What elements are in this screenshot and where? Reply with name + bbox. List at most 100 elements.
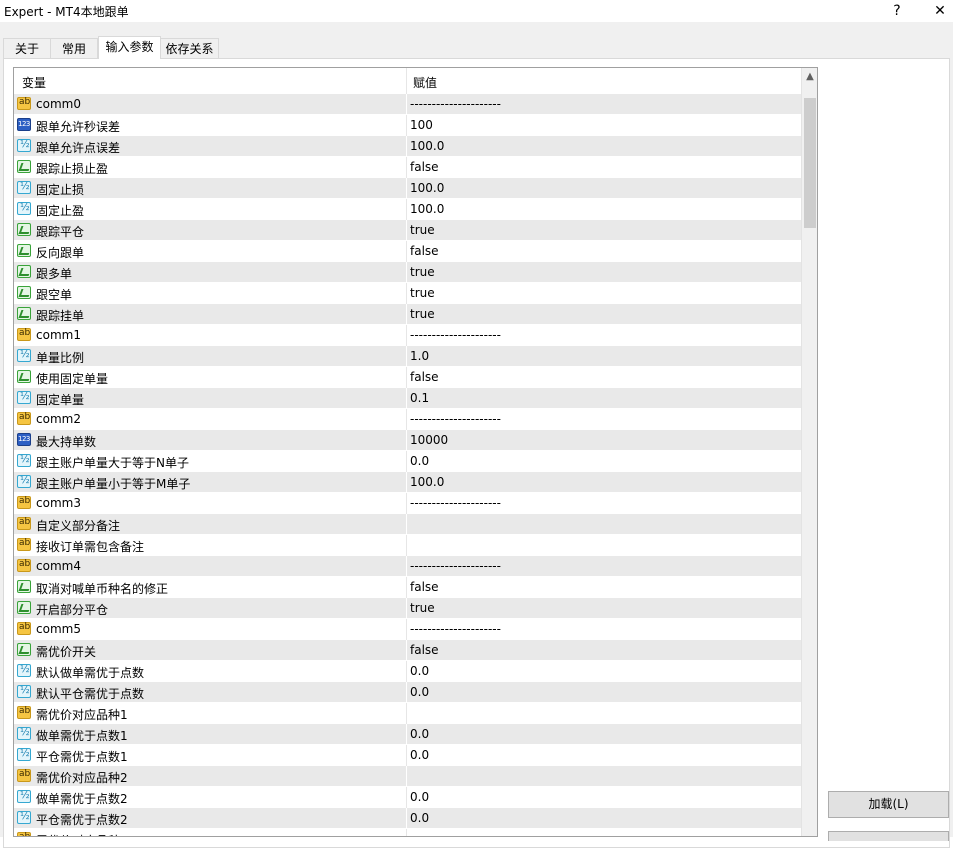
parameter-row[interactable]: comm4 --------------------- [14, 556, 801, 577]
parameter-row[interactable]: 跟单允许点误差 100.0 [14, 136, 801, 157]
string-type-icon [17, 769, 31, 782]
parameter-value[interactable]: 0.1 [410, 391, 429, 405]
parameter-row[interactable]: 需优价对应品种2 [14, 766, 801, 787]
parameter-name: 跟单允许秒误差 [36, 120, 121, 134]
parameter-value[interactable]: 1.0 [410, 349, 429, 363]
column-header-variable[interactable]: 变量 [22, 74, 46, 91]
parameter-value[interactable]: --------------------- [410, 559, 501, 573]
scroll-thumb[interactable] [804, 98, 816, 228]
close-button[interactable]: ✕ [929, 1, 951, 21]
parameter-row[interactable]: 固定止损 100.0 [14, 178, 801, 199]
parameter-row[interactable]: 跟多单 true [14, 262, 801, 283]
parameter-value[interactable]: false [410, 160, 439, 174]
parameter-value[interactable]: 0.0 [410, 748, 429, 762]
parameter-value[interactable]: false [410, 370, 439, 384]
cell-divider [406, 157, 407, 178]
parameter-value[interactable]: --------------------- [410, 412, 501, 426]
parameter-value[interactable]: true [410, 307, 435, 321]
parameter-value[interactable]: false [410, 580, 439, 594]
parameter-row[interactable]: 跟空单 true [14, 283, 801, 304]
parameter-row[interactable]: 跟踪平仓 true [14, 220, 801, 241]
parameter-row[interactable]: 做单需优于点数2 0.0 [14, 787, 801, 808]
parameter-row[interactable]: 跟主账户单量小于等于M单子 100.0 [14, 472, 801, 493]
parameter-row[interactable]: 反向跟单 false [14, 241, 801, 262]
parameter-row[interactable]: 最大持单数 10000 [14, 430, 801, 451]
parameter-row[interactable]: comm5 --------------------- [14, 619, 801, 640]
parameter-row[interactable]: 固定止盈 100.0 [14, 199, 801, 220]
parameter-row[interactable]: 跟主账户单量大于等于N单子 0.0 [14, 451, 801, 472]
double-type-icon [17, 748, 31, 761]
parameter-name: 固定止盈 [36, 204, 85, 218]
parameter-row[interactable]: 使用固定单量 false [14, 367, 801, 388]
help-button[interactable]: ? [886, 1, 908, 21]
cell-divider [406, 451, 407, 472]
vertical-scrollbar[interactable]: ▲ [801, 68, 817, 836]
boolean-type-icon [17, 601, 31, 614]
tab-dependencies[interactable]: 依存关系 [160, 38, 219, 58]
parameter-value[interactable]: true [410, 286, 435, 300]
double-type-icon [17, 685, 31, 698]
parameter-value[interactable]: true [410, 265, 435, 279]
parameter-value[interactable]: 10000 [410, 433, 448, 447]
load-button[interactable]: 加载(L) [828, 791, 949, 818]
parameter-row[interactable]: 开启部分平仓 true [14, 598, 801, 619]
parameter-value[interactable]: --------------------- [410, 328, 501, 342]
column-header-value[interactable]: 赋值 [413, 74, 437, 91]
parameter-row[interactable]: 跟踪挂单 true [14, 304, 801, 325]
parameter-row[interactable]: 需优价开关 false [14, 640, 801, 661]
parameter-rows: comm0---------------------跟单允许秒误差100跟单允许… [14, 94, 801, 836]
parameter-value[interactable]: 0.0 [410, 685, 429, 699]
parameter-value[interactable]: true [410, 223, 435, 237]
parameter-row[interactable]: 接收订单需包含备注 [14, 535, 801, 556]
parameter-row[interactable]: 需优价对应品种1 [14, 703, 801, 724]
parameter-row[interactable]: comm1 --------------------- [14, 325, 801, 346]
parameter-value[interactable]: 100.0 [410, 139, 444, 153]
parameter-value[interactable]: 0.0 [410, 664, 429, 678]
parameter-value[interactable]: true [410, 601, 435, 615]
double-type-icon [17, 475, 31, 488]
parameter-name: comm1 [36, 328, 81, 342]
parameter-value[interactable]: false [410, 244, 439, 258]
parameter-name: 做单需优于点数1 [36, 729, 128, 743]
parameter-value[interactable]: 100.0 [410, 202, 444, 216]
tab-common[interactable]: 常用 [50, 38, 98, 58]
parameter-row[interactable]: 跟踪止损止盈 false [14, 157, 801, 178]
parameter-value[interactable]: 100 [410, 118, 433, 132]
parameter-value[interactable]: 100.0 [410, 475, 444, 489]
parameter-row[interactable]: 平仓需优于点数1 0.0 [14, 745, 801, 766]
reset-button[interactable] [828, 831, 949, 841]
parameter-value[interactable]: 0.0 [410, 790, 429, 804]
parameter-value[interactable]: 0.0 [410, 811, 429, 825]
parameter-value[interactable]: --------------------- [410, 622, 501, 636]
boolean-type-icon [17, 244, 31, 257]
parameter-value[interactable]: 0.0 [410, 727, 429, 741]
parameter-row[interactable]: 取消对喊单币种名的修正 false [14, 577, 801, 598]
parameter-row[interactable]: 固定单量 0.1 [14, 388, 801, 409]
parameter-row[interactable]: 单量比例 1.0 [14, 346, 801, 367]
parameter-value[interactable]: --------------------- [410, 496, 501, 510]
parameter-row[interactable]: comm3 --------------------- [14, 493, 801, 514]
parameter-row[interactable]: 需优价对应品种3 [14, 829, 801, 836]
parameter-name: 使用固定单量 [36, 372, 109, 386]
parameter-row[interactable]: 做单需优于点数1 0.0 [14, 724, 801, 745]
parameter-row[interactable]: 平仓需优于点数2 0.0 [14, 808, 801, 829]
parameter-value[interactable]: 100.0 [410, 181, 444, 195]
parameter-row[interactable]: 默认做单需优于点数 0.0 [14, 661, 801, 682]
double-type-icon [17, 202, 31, 215]
parameter-value[interactable]: --------------------- [410, 97, 501, 111]
scroll-up-arrow-icon[interactable]: ▲ [802, 68, 817, 85]
parameter-row[interactable]: comm0 --------------------- [14, 94, 801, 115]
tab-inputs[interactable]: 输入参数 [98, 36, 161, 59]
cell-divider [406, 472, 407, 493]
column-divider[interactable] [406, 68, 407, 94]
tab-about[interactable]: 关于 [3, 38, 51, 58]
parameter-value[interactable]: false [410, 643, 439, 657]
parameter-name: comm2 [36, 412, 81, 426]
double-type-icon [17, 181, 31, 194]
parameter-row[interactable]: 自定义部分备注 [14, 514, 801, 535]
parameter-value[interactable]: 0.0 [410, 454, 429, 468]
parameter-row[interactable]: comm2 --------------------- [14, 409, 801, 430]
parameter-row[interactable]: 默认平仓需优于点数 0.0 [14, 682, 801, 703]
parameter-name: 默认平仓需优于点数 [36, 687, 145, 701]
parameter-row[interactable]: 跟单允许秒误差 100 [14, 115, 801, 136]
